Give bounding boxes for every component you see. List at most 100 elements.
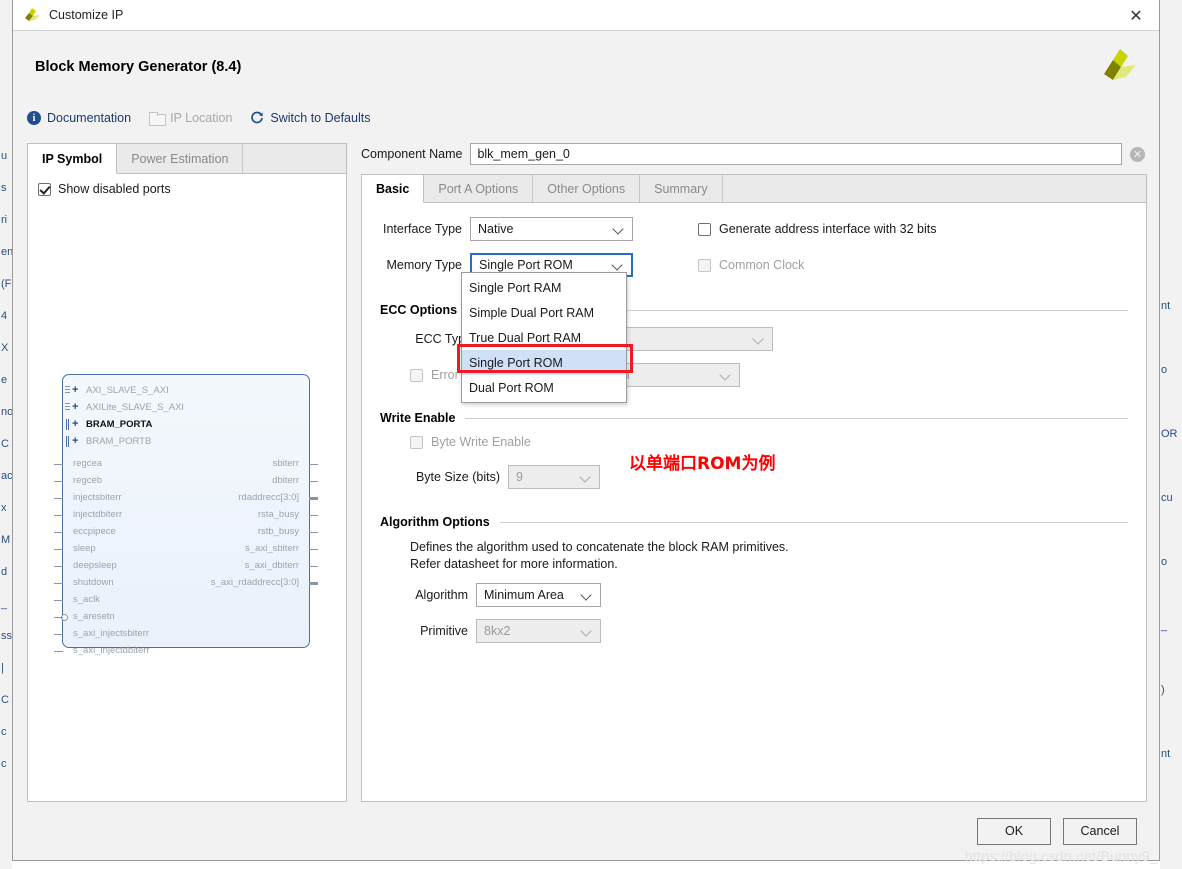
- expand-plus-icon[interactable]: +: [72, 384, 78, 396]
- dropdown-option-true-dual-port-ram[interactable]: True Dual Port RAM: [462, 325, 626, 350]
- dropdown-option-label: Dual Port ROM: [469, 380, 554, 395]
- ip-location-button[interactable]: IP Location: [149, 111, 232, 126]
- memory-type-dropdown-menu[interactable]: Single Port RAM Simple Dual Port RAM Tru…: [461, 272, 627, 403]
- port-label: s_aresetn: [73, 611, 115, 622]
- common-clock-label: Common Clock: [719, 258, 805, 272]
- generate-address-interface-checkbox[interactable]: [698, 222, 711, 236]
- tab-summary[interactable]: Summary: [640, 175, 723, 202]
- port-label: eccpipece: [73, 526, 116, 537]
- tab-basic[interactable]: Basic: [362, 175, 425, 203]
- background-right-sliver: nt o OR cu o _) nt: [1160, 0, 1182, 869]
- port-row: regcea: [54, 458, 102, 469]
- background-text-fragment: u: [1, 150, 8, 162]
- common-clock-checkbox[interactable]: [698, 258, 711, 272]
- switch-to-defaults-label: Switch to Defaults: [270, 111, 371, 125]
- settings-panel: Component Name blk_mem_gen_0 ✕ Basic Por…: [361, 143, 1147, 802]
- interface-type-select[interactable]: Native: [470, 217, 633, 241]
- cancel-button-label: Cancel: [1080, 824, 1120, 838]
- dropdown-option-single-port-ram[interactable]: Single Port RAM: [462, 275, 626, 300]
- background-text-fragment: _: [1, 598, 8, 610]
- byte-size-select[interactable]: 9: [508, 465, 600, 489]
- common-clock-row[interactable]: Common Clock: [698, 258, 804, 272]
- dialog-footer: OK Cancel: [13, 802, 1159, 860]
- tab-port-a-options[interactable]: Port A Options: [424, 175, 534, 202]
- port-row: sleep: [54, 543, 96, 554]
- port-bus-stub-icon: [309, 582, 318, 585]
- algorithm-description-line2: Refer datasheet for more information.: [410, 557, 618, 571]
- dialog-titlebar: Customize IP ✕: [13, 0, 1159, 31]
- expand-plus-icon[interactable]: +: [72, 401, 78, 413]
- memory-type-value: Single Port ROM: [479, 258, 573, 272]
- dialog-toolbar: i Documentation IP Location Switch to De…: [13, 103, 1159, 133]
- bus-stub-icon: [65, 403, 70, 412]
- tab-summary-label: Summary: [654, 181, 708, 196]
- port-row: s_aresetn: [54, 611, 115, 622]
- tab-ip-symbol[interactable]: IP Symbol: [28, 144, 118, 174]
- tab-power-estimation[interactable]: Power Estimation: [117, 144, 244, 173]
- byte-write-enable-checkbox-row[interactable]: Byte Write Enable: [410, 435, 531, 449]
- generate-address-interface-row[interactable]: Generate address interface with 32 bits: [698, 222, 936, 236]
- port-stub-icon: [309, 549, 318, 550]
- port-stub-icon: [54, 600, 63, 601]
- expand-plus-icon[interactable]: +: [72, 418, 78, 430]
- primitive-row: Primitive 8kx2: [410, 619, 1128, 643]
- chevron-down-icon: [581, 590, 592, 601]
- port-row: dbiterr: [272, 475, 318, 486]
- port-label: sleep: [73, 543, 96, 554]
- port-row: s_axi_injectdbiterr: [54, 645, 150, 656]
- port-stub-icon: [309, 481, 318, 482]
- byte-write-enable-row[interactable]: Byte Write Enable: [410, 435, 1128, 449]
- background-text-fragment: s: [1, 182, 7, 194]
- expand-plus-icon[interactable]: +: [72, 435, 78, 447]
- algorithm-options-title: Algorithm Options: [380, 515, 490, 529]
- switch-to-defaults-button[interactable]: Switch to Defaults: [250, 111, 370, 125]
- dropdown-option-simple-dual-port-ram[interactable]: Simple Dual Port RAM: [462, 300, 626, 325]
- tab-other-options-label: Other Options: [547, 181, 626, 196]
- show-disabled-ports-row[interactable]: Show disabled ports: [28, 174, 346, 196]
- bus-stub-icon: [66, 419, 69, 430]
- background-text-fragment: c: [1, 726, 7, 738]
- cancel-button[interactable]: Cancel: [1063, 817, 1137, 845]
- dropdown-option-single-port-rom[interactable]: Single Port ROM: [462, 350, 626, 375]
- chevron-down-icon: [613, 224, 624, 235]
- bus-stub-icon: [66, 436, 69, 447]
- port-row: shutdown: [54, 577, 114, 588]
- chevron-down-icon: [581, 626, 592, 637]
- interface-type-row: Interface Type Native Generate address i…: [380, 217, 1128, 241]
- component-name-row: Component Name blk_mem_gen_0 ✕: [361, 143, 1147, 165]
- clear-icon[interactable]: ✕: [1130, 146, 1145, 162]
- interface-type-value: Native: [478, 222, 514, 236]
- port-label: s_axi_injectsbiterr: [73, 628, 150, 639]
- ip-symbol-panel: IP Symbol Power Estimation Show disabled…: [27, 143, 347, 802]
- background-text-fragment: o: [1161, 556, 1168, 568]
- port-row: sbiterr: [272, 458, 318, 469]
- basic-tab-page: Interface Type Native Generate address i…: [362, 203, 1146, 801]
- port-row: injectsbiterr: [54, 492, 122, 503]
- algorithm-label: Algorithm: [415, 588, 468, 602]
- background-text-fragment: cu: [1161, 492, 1173, 504]
- port-row: s_axi_injectsbiterr: [54, 628, 150, 639]
- close-icon[interactable]: ✕: [1113, 0, 1159, 31]
- ok-button[interactable]: OK: [977, 817, 1051, 845]
- port-label: sbiterr: [272, 458, 299, 469]
- refresh-icon: [250, 111, 264, 125]
- background-text-fragment: C: [1, 438, 9, 450]
- section-divider: [465, 417, 1128, 419]
- port-row: s_axi_dbiterr: [245, 560, 318, 571]
- show-disabled-ports-checkbox[interactable]: [38, 182, 51, 196]
- primitive-select[interactable]: 8kx2: [476, 619, 601, 643]
- documentation-button[interactable]: i Documentation: [27, 111, 131, 125]
- background-text-fragment: M: [1, 534, 11, 546]
- interface-type-label: Interface Type: [383, 222, 462, 236]
- error-injection-checkbox[interactable]: [410, 368, 423, 382]
- byte-write-enable-checkbox[interactable]: [410, 435, 423, 449]
- component-name-input[interactable]: blk_mem_gen_0: [470, 143, 1122, 165]
- background-left-sliver: u s ri en (F 4 Xe no Cac x Md _ ss | Cc c: [0, 0, 12, 869]
- tab-other-options[interactable]: Other Options: [533, 175, 641, 202]
- ok-button-label: OK: [1004, 824, 1024, 838]
- port-label: deepsleep: [73, 560, 117, 571]
- algorithm-select[interactable]: Minimum Area: [476, 583, 601, 607]
- port-stub-icon: [54, 481, 63, 482]
- dropdown-option-dual-port-rom[interactable]: Dual Port ROM: [462, 375, 626, 400]
- port-row: injectdbiterr: [54, 509, 122, 520]
